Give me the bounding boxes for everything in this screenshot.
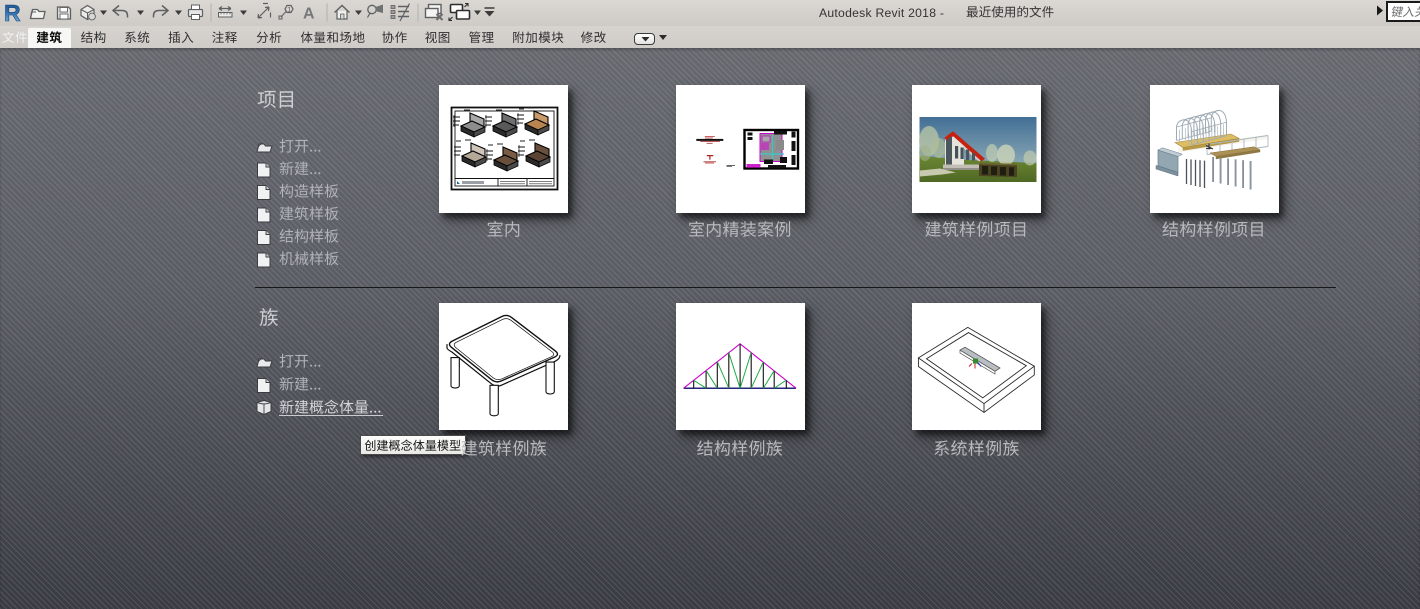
svg-text:A: A — [303, 6, 315, 23]
